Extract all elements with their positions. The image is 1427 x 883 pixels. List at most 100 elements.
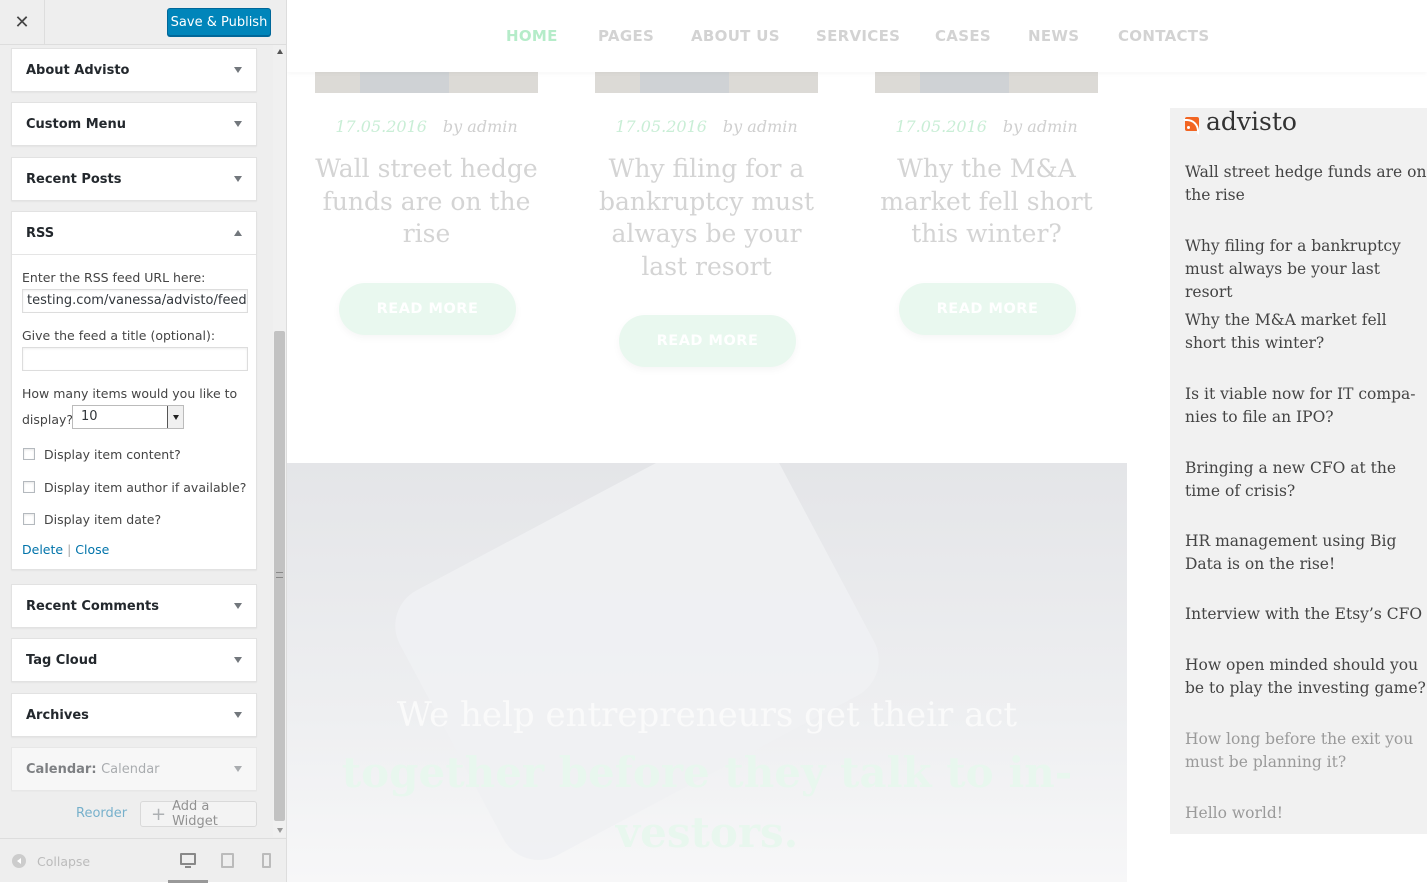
chevron-down-icon[interactable]: [234, 67, 242, 73]
post-date[interactable]: 17.05.2016: [335, 117, 427, 136]
nav-about-us[interactable]: ABOUT US: [691, 27, 780, 45]
rss-item-link[interactable]: How long before the exit you must be pla…: [1185, 728, 1427, 774]
post-author[interactable]: by admin: [443, 117, 518, 136]
collapse-icon[interactable]: [12, 854, 26, 868]
save-publish-button[interactable]: Save & Publish: [167, 8, 271, 36]
rss-item-link[interactable]: Is it viable now for IT compa-nies to fi…: [1185, 383, 1427, 429]
customizer-panel: ✕ Save & Publish About Advisto Custom Me…: [0, 0, 287, 883]
close-icon[interactable]: ✕: [0, 0, 45, 45]
rss-item-link[interactable]: Wall street hedge funds are on the rise: [1185, 161, 1427, 207]
grip-icon: [276, 572, 283, 578]
post-thumbnail[interactable]: [315, 70, 538, 93]
chevron-down-icon[interactable]: [234, 657, 242, 663]
close-link[interactable]: Close: [75, 542, 109, 557]
collapse-button[interactable]: Collapse: [37, 854, 90, 869]
customizer-header: ✕ Save & Publish: [0, 0, 286, 45]
widgets-list: About Advisto Custom Menu Recent Posts R…: [0, 45, 272, 837]
rss-items-label: How many items would you like to: [22, 386, 238, 401]
widget-recent-posts[interactable]: Recent Posts: [11, 157, 257, 201]
rss-title-label: Give the feed a title (optional):: [22, 328, 216, 343]
customizer-scrollbar[interactable]: [273, 45, 286, 837]
scrollbar-thumb[interactable]: [274, 331, 285, 821]
post-meta: 17.05.2016 by admin: [875, 117, 1098, 136]
reorder-link[interactable]: Reorder: [76, 806, 127, 821]
rss-url-label: Enter the RSS feed URL here:: [22, 270, 206, 285]
nav-contacts[interactable]: CONTACTS: [1118, 27, 1209, 45]
chevron-down-icon[interactable]: [234, 121, 242, 127]
read-more-button[interactable]: READ MORE: [339, 283, 516, 335]
chevron-down-icon[interactable]: [234, 176, 242, 182]
widget-about-advisto[interactable]: About Advisto: [11, 48, 257, 92]
widget-subtitle: Calendar: [101, 761, 160, 777]
hero-highlight: together before they talk to in-vestors.: [341, 748, 1073, 857]
dropdown-arrow-icon[interactable]: [167, 406, 183, 428]
rss-widget-title[interactable]: advisto: [1206, 107, 1297, 136]
rss-item-link[interactable]: Why filing for a bankruptcy must always …: [1185, 235, 1427, 304]
display-author-checkbox[interactable]: [23, 481, 35, 493]
widget-calendar[interactable]: Calendar: Calendar: [11, 747, 257, 791]
post-date[interactable]: 17.05.2016: [895, 117, 987, 136]
rss-item-link[interactable]: Bringing a new CFO at the time of crisis…: [1185, 457, 1427, 503]
rss-items-select[interactable]: 10: [72, 405, 184, 429]
chevron-down-icon[interactable]: [234, 766, 242, 772]
site-preview: HOME PAGES ABOUT US SERVICES CASES NEWS …: [287, 0, 1427, 882]
rss-item-link[interactable]: Why the M&A market fell short this winte…: [1185, 309, 1427, 355]
widget-title: Custom Menu: [26, 116, 127, 132]
nav-home[interactable]: HOME: [506, 27, 558, 45]
rss-items-label-2: display?: [22, 412, 74, 427]
post-title[interactable]: Why the M&A market fell short this winte…: [875, 153, 1098, 251]
delete-link[interactable]: Delete: [22, 542, 63, 557]
post-title[interactable]: Wall street hedge funds are on the rise: [315, 153, 538, 251]
post-thumbnail[interactable]: [595, 70, 818, 93]
nav-cases[interactable]: CASES: [935, 27, 991, 45]
plus-icon: +: [151, 803, 167, 825]
widget-title: Archives: [26, 707, 89, 723]
post-author[interactable]: by admin: [1003, 117, 1078, 136]
chevron-up-icon[interactable]: [234, 230, 242, 236]
nav-services[interactable]: SERVICES: [816, 27, 900, 45]
post-meta: 17.05.2016 by admin: [315, 117, 538, 136]
post-title[interactable]: Why filing for a bankruptcy must always …: [595, 153, 818, 283]
widget-title: Calendar:: [26, 761, 97, 777]
rss-item-link[interactable]: HR management using Big Data is on the r…: [1185, 530, 1427, 576]
separator: |: [67, 542, 72, 557]
widget-recent-comments[interactable]: Recent Comments: [11, 584, 257, 628]
tablet-preview-icon[interactable]: [221, 853, 234, 868]
widget-custom-menu[interactable]: Custom Menu: [11, 102, 257, 146]
rss-title-input[interactable]: [22, 347, 248, 371]
chevron-down-icon[interactable]: [234, 712, 242, 718]
add-widget-label: Add a Widget: [172, 799, 218, 829]
chevron-down-icon[interactable]: [234, 603, 242, 609]
read-more-button[interactable]: READ MORE: [899, 283, 1076, 335]
display-author-label: Display item author if available?: [44, 480, 247, 495]
nav-news[interactable]: NEWS: [1028, 27, 1079, 45]
rss-item-link[interactable]: Hello world!: [1185, 802, 1427, 825]
hero-banner: We help entrepreneurs get their act toge…: [287, 463, 1127, 882]
widget-archives[interactable]: Archives: [11, 693, 257, 737]
widget-title: Recent Comments: [26, 598, 159, 614]
rss-widget-actions: Delete | Close: [22, 542, 109, 557]
post-author[interactable]: by admin: [723, 117, 798, 136]
post-date[interactable]: 17.05.2016: [615, 117, 707, 136]
rss-item-link[interactable]: Interview with the Etsy’s CFO: [1185, 603, 1427, 626]
add-widget-button[interactable]: + Add a Widget: [140, 799, 257, 829]
widget-title: RSS: [26, 225, 55, 241]
mobile-preview-icon[interactable]: [262, 853, 271, 868]
scroll-down-icon[interactable]: [277, 828, 283, 833]
widget-tag-cloud[interactable]: Tag Cloud: [11, 638, 257, 682]
read-more-button[interactable]: READ MORE: [619, 315, 796, 367]
widget-rss[interactable]: RSS Enter the RSS feed URL here: testing…: [11, 211, 257, 570]
widget-title: Tag Cloud: [26, 652, 98, 668]
rss-url-input[interactable]: testing.com/vanessa/advisto/feed: [22, 289, 248, 313]
post-thumbnail[interactable]: [875, 70, 1098, 93]
scroll-up-icon[interactable]: [277, 49, 283, 54]
widget-title: About Advisto: [26, 62, 130, 78]
rss-feed-widget: advisto Wall street hedge funds are on t…: [1170, 107, 1427, 834]
desktop-preview-icon[interactable]: [180, 853, 196, 868]
rss-item-link[interactable]: How open minded should you be to play th…: [1185, 654, 1427, 700]
display-date-checkbox[interactable]: [23, 513, 35, 525]
nav-pages[interactable]: PAGES: [598, 27, 654, 45]
display-content-checkbox[interactable]: [23, 448, 35, 460]
display-content-label: Display item content?: [44, 447, 181, 462]
rss-icon[interactable]: [1183, 117, 1199, 135]
